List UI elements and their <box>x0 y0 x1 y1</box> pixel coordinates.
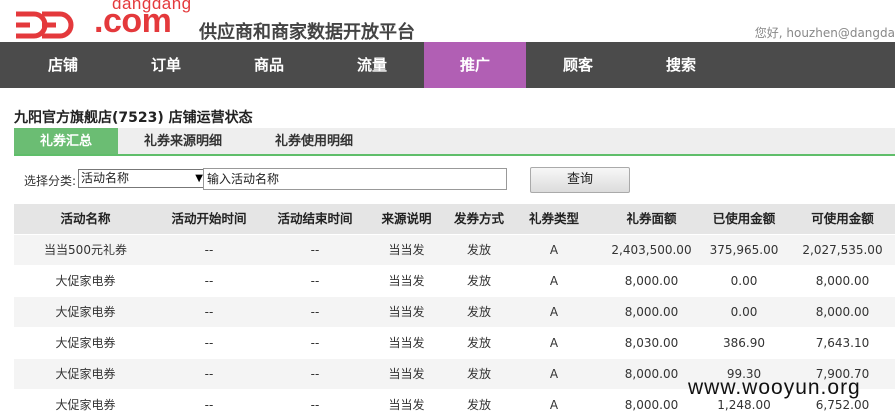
tab-coupon-summary[interactable]: 礼券汇总 <box>14 128 118 154</box>
table-cell: 当当发 <box>388 398 425 412</box>
column-header: 活动开始时间 <box>171 211 247 226</box>
column-header: 活动名称 <box>60 211 111 226</box>
table-row: 大促家电券 -- -- 当当发 发放 A 8,000.00 0.00 8,000… <box>14 296 895 327</box>
nav-item-store[interactable]: 店铺 <box>12 42 114 88</box>
main-nav: 店铺 订单 商品 流量 推广 顾客 搜索 <box>0 42 895 88</box>
tab-coupon-usage-detail[interactable]: 礼券使用明细 <box>259 128 369 154</box>
table-cell: 当当发 <box>388 305 425 319</box>
table-cell: 8,000.00 <box>624 305 679 319</box>
table-cell: -- <box>310 398 320 412</box>
table-cell: 发放 <box>466 336 491 350</box>
table-cell: 大促家电券 <box>55 367 116 381</box>
table-cell: A <box>549 398 559 412</box>
dangdang-logo[interactable]: dangdang .com <box>12 0 197 42</box>
nav-item-orders[interactable]: 订单 <box>115 42 217 88</box>
header: dangdang .com 供应商和商家数据开放平台 您好, houzhen@d… <box>0 0 895 43</box>
table-cell: -- <box>310 367 320 381</box>
table-cell: 大促家电券 <box>55 305 116 319</box>
column-header: 礼券面额 <box>626 211 677 226</box>
table-cell: 大促家电券 <box>55 398 116 412</box>
table-cell: -- <box>310 336 320 350</box>
table-cell: 当当发 <box>388 367 425 381</box>
table-cell: 8,000.00 <box>624 274 679 288</box>
table-cell: A <box>549 274 559 288</box>
table-cell: 发放 <box>466 243 491 257</box>
table-cell: 发放 <box>466 274 491 288</box>
category-select-value: 活动名称 <box>81 171 130 185</box>
table-cell: -- <box>204 274 214 288</box>
query-button[interactable]: 查询 <box>530 167 630 193</box>
tab-coupon-source-detail[interactable]: 礼券来源明细 <box>128 128 238 154</box>
table-cell: 375,965.00 <box>709 243 779 257</box>
table-header-row: 活动名称 活动开始时间 活动结束时间 来源说明 发券方式 礼券类型 礼券面额 已… <box>14 204 895 234</box>
chevron-down-icon: ▼ <box>195 173 203 184</box>
column-header: 发券方式 <box>453 211 504 226</box>
nav-item-promotion[interactable]: 推广 <box>424 42 526 88</box>
table-cell: 2,027,535.00 <box>802 243 883 257</box>
table-cell: -- <box>204 367 214 381</box>
table-cell: 发放 <box>466 398 491 412</box>
table-cell: 2,403,500.00 <box>611 243 692 257</box>
logo-dotcom-text: .com <box>94 2 172 40</box>
table-cell: 0.00 <box>730 305 758 319</box>
table-cell: -- <box>310 243 320 257</box>
column-header: 礼券类型 <box>528 211 579 226</box>
category-select[interactable]: 活动名称 ▼ <box>78 169 208 188</box>
table-cell: 当当发 <box>388 243 425 257</box>
activity-name-input[interactable]: 输入活动名称 <box>203 168 507 190</box>
table-cell: A <box>549 336 559 350</box>
table-cell: 386.90 <box>723 336 765 350</box>
table-cell: A <box>549 367 559 381</box>
column-header: 来源说明 <box>381 211 432 226</box>
category-label: 选择分类: <box>24 174 77 188</box>
nav-item-customers[interactable]: 顾客 <box>527 42 629 88</box>
table-cell: 当当发 <box>388 274 425 288</box>
table-cell: 大促家电券 <box>55 274 116 288</box>
table-cell: 8,000.00 <box>815 274 870 288</box>
column-header: 活动结束时间 <box>277 211 353 226</box>
table-cell: 当当500元礼券 <box>44 243 127 257</box>
logo-mark-icon <box>16 11 74 39</box>
table-row: 当当500元礼券 -- -- 当当发 发放 A 2,403,500.00 375… <box>14 234 895 265</box>
platform-title: 供应商和商家数据开放平台 <box>199 22 415 43</box>
nav-item-search[interactable]: 搜索 <box>630 42 732 88</box>
column-header: 可使用金额 <box>811 211 874 226</box>
table-cell: -- <box>204 243 214 257</box>
table-cell: 发放 <box>466 305 491 319</box>
table-cell: A <box>549 243 559 257</box>
table-cell: 发放 <box>466 367 491 381</box>
table-cell: -- <box>204 305 214 319</box>
user-greeting: 您好, houzhen@dangda <box>754 26 895 40</box>
table-cell: -- <box>204 398 214 412</box>
column-header: 已使用金额 <box>712 211 776 226</box>
table-row: 大促家电券 -- -- 当当发 发放 A 8,000.00 0.00 8,000… <box>14 265 895 296</box>
table-cell: 8,030.00 <box>624 336 679 350</box>
filter-bar: 选择分类: 活动名称 ▼ 输入活动名称 查询 <box>14 160 895 200</box>
table-cell: 大促家电券 <box>55 336 116 350</box>
nav-item-products[interactable]: 商品 <box>218 42 320 88</box>
table-cell: -- <box>310 274 320 288</box>
coupon-tabs: 礼券汇总 礼券来源明细 礼券使用明细 <box>14 128 895 156</box>
watermark: www.wooyun.org <box>688 376 861 399</box>
table-cell: 8,000.00 <box>815 305 870 319</box>
table-cell: -- <box>204 336 214 350</box>
table-cell: 0.00 <box>730 274 758 288</box>
nav-item-traffic[interactable]: 流量 <box>321 42 423 88</box>
table-cell: 当当发 <box>388 336 425 350</box>
table-cell: 7,643.10 <box>815 336 870 350</box>
table-cell: -- <box>310 305 320 319</box>
table-row: 大促家电券 -- -- 当当发 发放 A 8,030.00 386.90 7,6… <box>14 327 895 358</box>
page-title: 九阳官方旗舰店(7523) 店铺运营状态 <box>14 110 253 126</box>
table-cell: A <box>549 305 559 319</box>
